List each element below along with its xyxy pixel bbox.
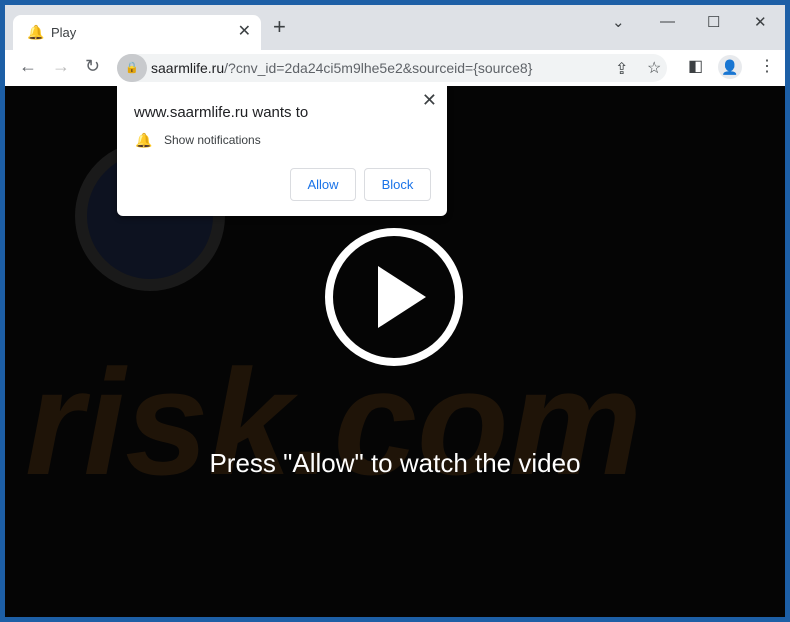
notification-permission-popup: www.saarmlife.ru wants to ✕ 🔔 Show notif… [117,86,447,216]
url-text: saarmlife.ru/?cnv_id=2da24ci5m9lhe5e2&so… [151,60,532,76]
side-panel-icon[interactable]: ◧ [688,56,703,76]
browser-window: 🔔 Play ✕ + ⌄ — ☐ ✕ ← → ↻ 🔒 saarmlife.ru/… [5,5,785,617]
tab-bar: 🔔 Play ✕ + ⌄ — ☐ ✕ [5,5,785,50]
popup-heading: www.saarmlife.ru wants to [134,104,309,121]
profile-avatar-icon[interactable]: 👤 [718,55,742,79]
bell-favicon-icon: 🔔 [27,24,45,40]
close-window-icon[interactable]: ✕ [754,13,767,31]
permission-label: Show notifications [164,133,261,147]
back-arrow-icon[interactable]: ← [19,56,37,77]
block-button[interactable]: Block [364,168,431,201]
new-tab-plus-icon[interactable]: + [273,16,286,38]
menu-kebab-icon[interactable]: ⋮ [759,56,775,76]
play-button[interactable] [325,228,463,366]
allow-button[interactable]: Allow [290,168,356,201]
cta-message: Press "Allow" to watch the video [209,448,581,478]
page-content: risk.com Press "Allow" to watch the vide… [5,86,785,617]
share-icon[interactable]: ⇪ [615,59,628,79]
popup-close-icon[interactable]: ✕ [422,90,437,111]
url-domain: saarmlife.ru [151,60,225,76]
maximize-icon[interactable]: ☐ [707,13,720,31]
toolbar: ← → ↻ 🔒 saarmlife.ru/?cnv_id=2da24ci5m9l… [5,50,785,86]
minimize-icon[interactable]: — [660,13,675,30]
tab-search-chevron-icon[interactable]: ⌄ [612,13,625,31]
tab-close-icon[interactable]: ✕ [238,21,251,41]
forward-arrow-icon[interactable]: → [52,56,70,77]
bell-icon: 🔔 [135,132,153,148]
lock-icon[interactable]: 🔒 [117,54,147,82]
bookmark-star-icon[interactable]: ☆ [647,58,661,78]
address-bar[interactable]: 🔒 saarmlife.ru/?cnv_id=2da24ci5m9lhe5e2&… [117,54,667,82]
url-path: /?cnv_id=2da24ci5m9lhe5e2&sourceid={sour… [224,60,533,76]
tab-play[interactable]: 🔔 Play ✕ [13,15,261,50]
reload-icon[interactable]: ↻ [85,56,100,77]
tab-title: Play [51,25,77,40]
watermark-text: risk.com [25,338,642,506]
